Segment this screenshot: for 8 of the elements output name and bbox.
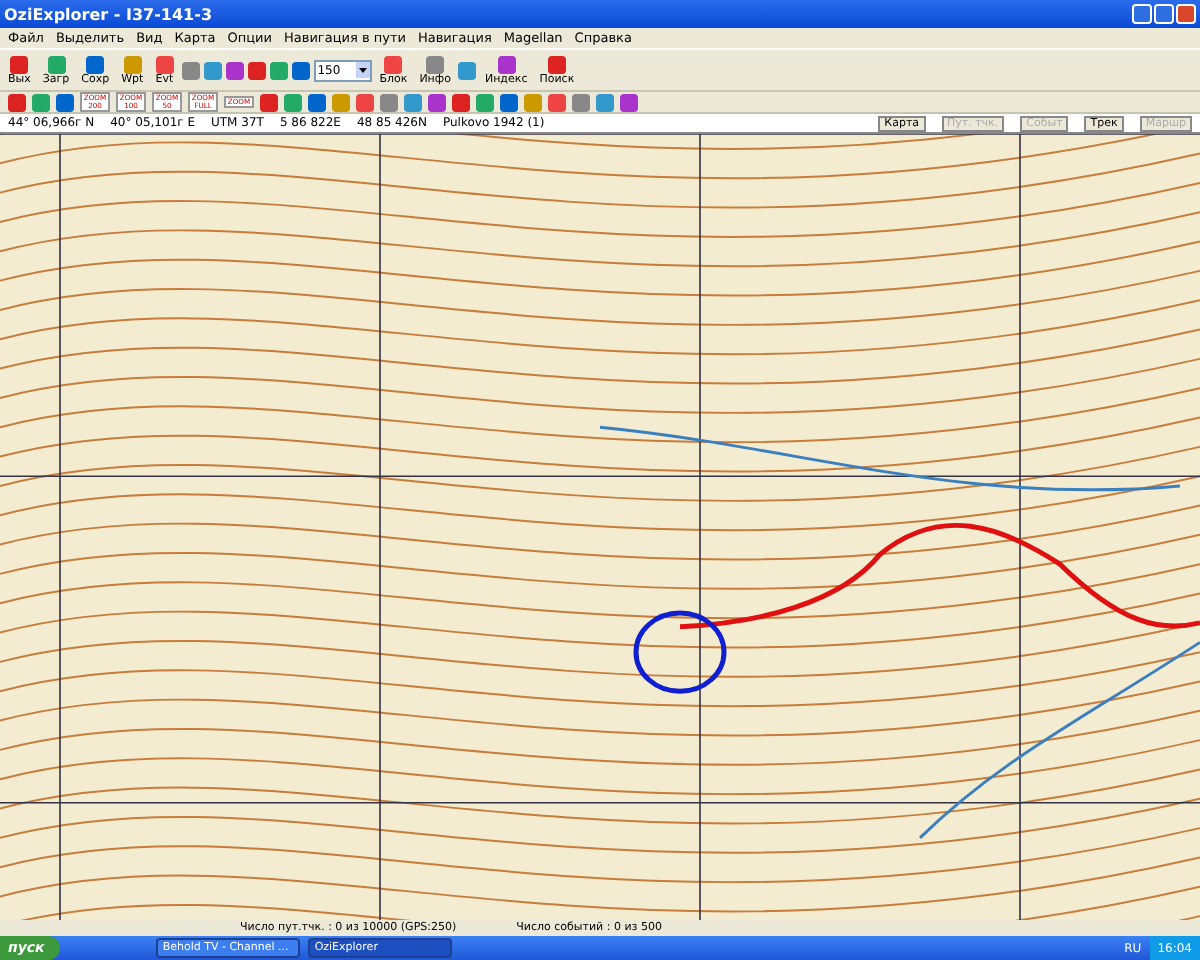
tool-icon <box>497 55 516 73</box>
minimize-button[interactable] <box>1132 4 1152 24</box>
close-button[interactable] <box>1176 4 1196 24</box>
maximize-button[interactable] <box>1154 4 1174 24</box>
tool-icon <box>547 55 566 73</box>
window-title: OziExplorer - I37-141-3 <box>4 5 213 23</box>
tool-icon <box>384 55 403 73</box>
caret-icon <box>355 62 370 78</box>
